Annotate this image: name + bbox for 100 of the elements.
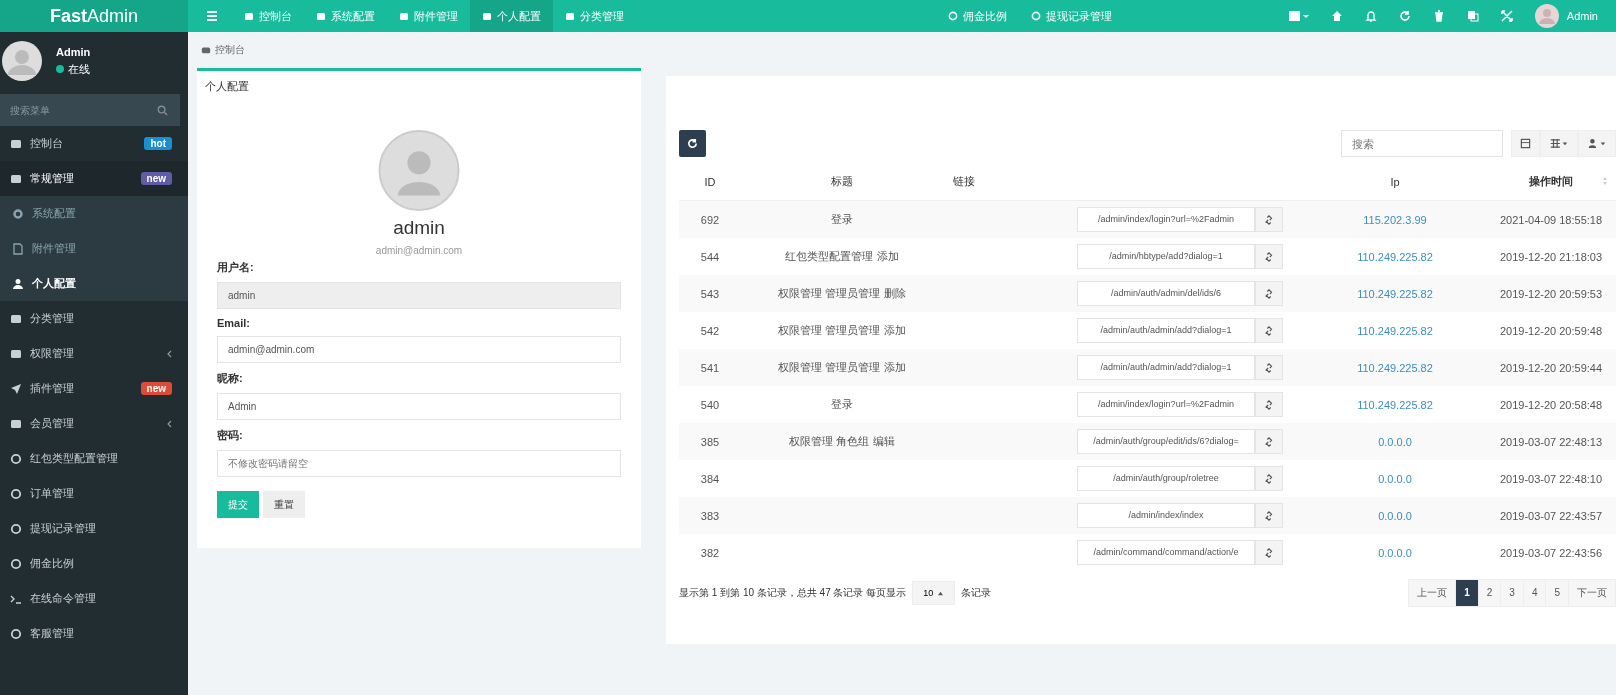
grid-icon[interactable] (1288, 10, 1309, 22)
url-field[interactable]: /admin/command/command/action/e (1077, 540, 1255, 565)
square-icon (316, 11, 326, 21)
sidebar-item[interactable]: 红包类型配置管理 (0, 441, 188, 476)
page-size-dropdown[interactable]: 10 (912, 581, 956, 605)
page-link[interactable]: 4 (1522, 579, 1547, 607)
avatar-icon[interactable] (1534, 4, 1559, 28)
table-cell: 红包类型配置管理 添加 (741, 238, 943, 275)
sidebar-item[interactable]: 常规管理 new (0, 161, 188, 196)
url-field[interactable]: /admin/index/login?url=%2Fadmin (1077, 392, 1255, 417)
square-icon (399, 11, 409, 21)
sidebar-item[interactable]: 权限管理 (0, 336, 188, 371)
page-link[interactable]: 3 (1500, 579, 1524, 607)
table-cell: 登录 (741, 386, 943, 423)
user-icon (1587, 138, 1607, 149)
sidebar-subitem[interactable]: 附件管理 (0, 231, 188, 266)
avatar-icon (2, 41, 42, 81)
avatar-icon[interactable] (377, 130, 461, 211)
url-field[interactable]: /admin/auth/group/edit/ids/6?dialog= (1077, 429, 1255, 454)
column-header[interactable]: 操作时间 (1486, 163, 1616, 201)
page-link[interactable]: 上一页 (1408, 579, 1457, 607)
link-button[interactable] (1255, 355, 1283, 380)
sort-icon[interactable] (1602, 176, 1608, 186)
table-cell: 权限管理 管理员管理 删除 (741, 275, 943, 312)
ip-link[interactable]: 0.0.0.0 (1378, 509, 1412, 522)
circle-icon (10, 452, 22, 465)
url-field[interactable]: /admin/auth/admin/add?dialog=1 (1077, 355, 1255, 380)
sidebar-subitem[interactable]: 系统配置 (0, 196, 188, 231)
ip-link[interactable]: 0.0.0.0 (1378, 546, 1412, 559)
input-field[interactable]: 不修改密码请留空 (217, 450, 621, 477)
sidebar-item[interactable]: 订单管理 (0, 476, 188, 511)
page-link[interactable]: 1 (1455, 579, 1479, 607)
sidebar-item[interactable]: 客服管理 (0, 616, 188, 651)
link-icon (1264, 288, 1274, 299)
search-field[interactable]: 搜索菜单 (0, 94, 180, 126)
link-button[interactable] (1255, 503, 1283, 528)
sidebar-item[interactable]: 在线命令管理 (0, 581, 188, 616)
link-button[interactable] (1255, 429, 1283, 454)
search-icon[interactable] (157, 105, 168, 116)
url-field[interactable]: /admin/auth/admin/del/ids/6 (1077, 281, 1255, 306)
link-button[interactable] (1255, 281, 1283, 306)
grid-icon (1549, 138, 1569, 149)
fullscreen-icon[interactable] (1500, 10, 1513, 22)
column-header[interactable]: 链接 (943, 163, 1304, 201)
ip-link[interactable]: 110.249.225.82 (1357, 324, 1433, 337)
url-field[interactable]: /admin/auth/admin/add?dialog=1 (1077, 318, 1255, 343)
input-field[interactable]: admin@admin.com (217, 336, 621, 363)
ip-link[interactable]: 110.249.225.82 (1357, 250, 1433, 263)
caret-icon (937, 590, 945, 596)
ip-link[interactable]: 110.249.225.82 (1357, 287, 1433, 300)
refresh-button[interactable] (679, 130, 706, 157)
trash-icon[interactable] (1432, 10, 1445, 22)
url-field[interactable]: /admin/auth/group/roletree (1077, 466, 1255, 491)
table-cell: 2019-03-07 22:48:10 (1486, 460, 1616, 497)
toggle-view-button[interactable] (1511, 130, 1540, 157)
table-cell: 2019-12-20 20:59:44 (1486, 349, 1616, 386)
home-icon[interactable] (1330, 10, 1343, 22)
table-cell: 登录 (741, 200, 943, 238)
ip-link[interactable]: 115.202.3.99 (1363, 213, 1427, 226)
page-link[interactable]: 2 (1477, 579, 1502, 607)
ip-link[interactable]: 0.0.0.0 (1378, 472, 1412, 485)
table-cell: 692 (679, 200, 741, 238)
ip-link[interactable]: 0.0.0.0 (1378, 435, 1412, 448)
link-button[interactable] (1255, 318, 1283, 343)
ip-link[interactable]: 110.249.225.82 (1357, 398, 1433, 411)
link-button[interactable] (1255, 466, 1283, 491)
columns-button[interactable] (1540, 130, 1578, 157)
column-header[interactable]: ID (679, 163, 741, 201)
column-header[interactable]: Ip (1304, 163, 1486, 201)
breadcrumb-link[interactable]: 控制台 (215, 43, 245, 57)
reset-button[interactable]: 重置 (263, 491, 305, 518)
input-field[interactable]: Admin (217, 393, 621, 420)
sidebar-item[interactable]: 插件管理 new (0, 371, 188, 406)
page-link[interactable]: 5 (1545, 579, 1569, 607)
column-header[interactable]: 标题 (741, 163, 943, 201)
link-button[interactable] (1255, 540, 1283, 565)
refresh-icon[interactable] (1398, 10, 1411, 22)
search-field[interactable]: 搜索 (1341, 130, 1503, 157)
link-icon (1264, 547, 1274, 558)
page-link[interactable]: 下一页 (1568, 579, 1616, 607)
sidebar-item[interactable]: 提现记录管理 (0, 511, 188, 546)
url-field[interactable]: /admin/index/index (1077, 503, 1255, 528)
bell-icon[interactable] (1364, 10, 1377, 22)
url-field[interactable]: /admin/hbtype/add?dialog=1 (1077, 244, 1255, 269)
export-button[interactable] (1578, 130, 1616, 157)
link-icon (1264, 436, 1274, 447)
ip-link[interactable]: 110.249.225.82 (1357, 361, 1433, 374)
link-button[interactable] (1255, 392, 1283, 417)
sidebar-subitem[interactable]: 个人配置 (0, 266, 188, 301)
sidebar-item[interactable]: 佣金比例 (0, 546, 188, 581)
sidebar-item[interactable]: 会员管理 (0, 406, 188, 441)
sidebar-item[interactable]: 控制台 hot (0, 126, 188, 161)
copy-icon[interactable] (1466, 10, 1479, 22)
menu-icon[interactable] (206, 10, 218, 22)
sidebar-item[interactable]: 分类管理 (0, 301, 188, 336)
link-button[interactable] (1255, 244, 1283, 269)
url-field[interactable]: /admin/index/login?url=%2Fadmin (1077, 207, 1255, 232)
pagination-info: 显示第 1 到第 10 条记录，总共 47 条记录 每页显示 (679, 586, 907, 600)
link-button[interactable] (1255, 207, 1283, 232)
link-icon (1264, 325, 1274, 336)
